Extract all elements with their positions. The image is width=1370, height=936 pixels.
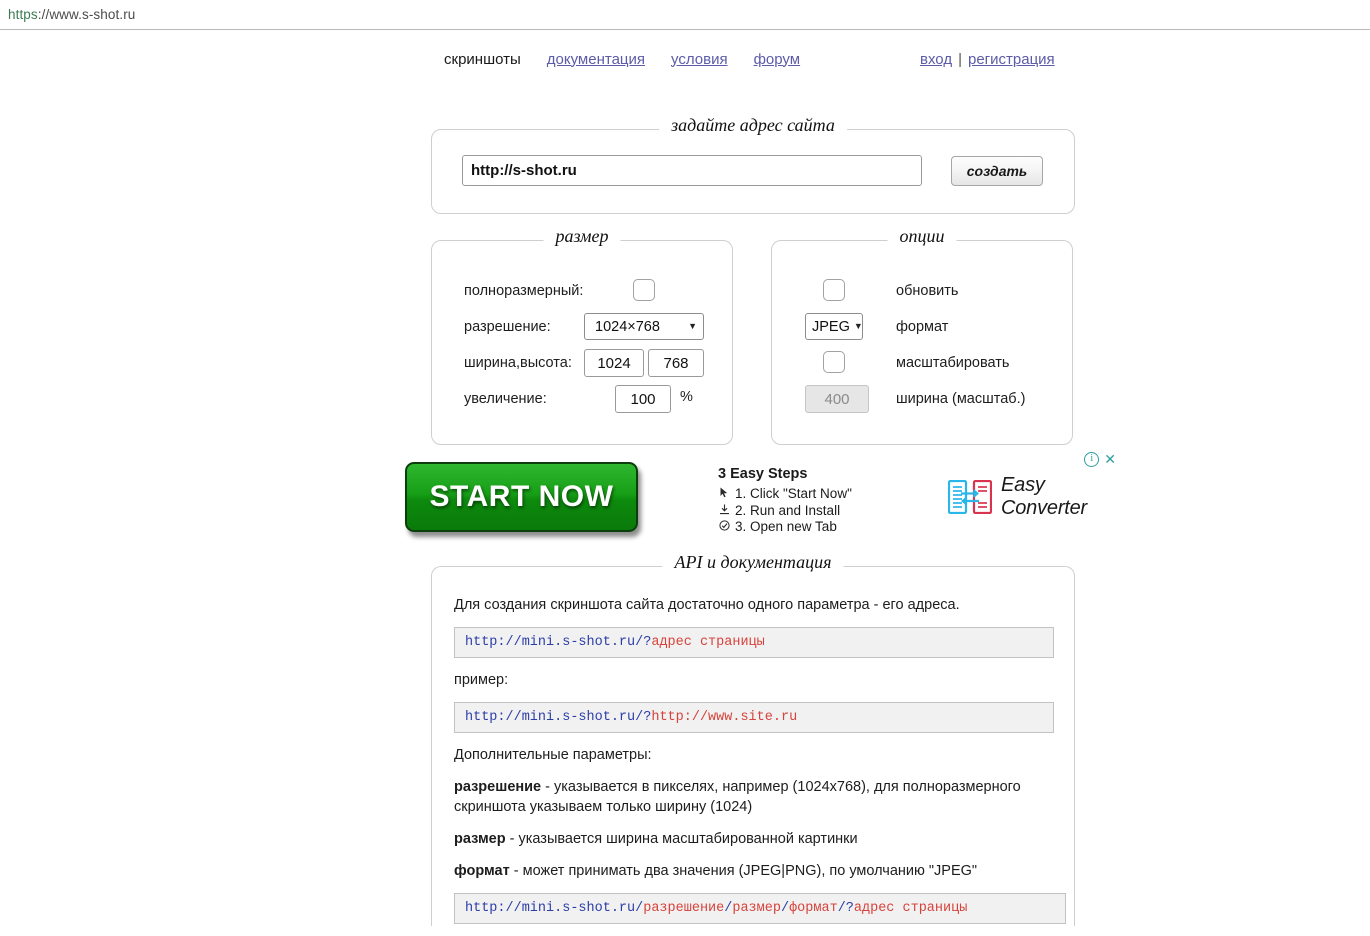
info-icon[interactable]: i xyxy=(1084,452,1100,467)
resolution-select-value: 1024×768 xyxy=(595,318,660,335)
ad-step-1-text: 1. Click "Start Now" xyxy=(735,486,852,501)
code-full-s2: / xyxy=(780,901,790,916)
create-screenshot-button[interactable]: создать xyxy=(951,155,1043,186)
code-full-p4: адрес страницы xyxy=(853,901,968,916)
nav-separator: | xyxy=(958,50,962,68)
url-form-legend: задайте адрес сайта xyxy=(659,115,847,136)
nav-item-forum[interactable]: форум xyxy=(754,51,801,68)
url-form-panel: задайте адрес сайта создать xyxy=(431,115,1075,214)
zoom-unit-label: % xyxy=(680,389,693,405)
fullsize-checkbox[interactable] xyxy=(633,279,655,301)
zoom-input[interactable] xyxy=(615,385,671,413)
docs-param-size: размер - указывается ширина масштабирова… xyxy=(454,829,1054,849)
format-label: формат xyxy=(896,319,949,335)
check-circle-icon xyxy=(718,520,730,534)
close-icon[interactable]: ✕ xyxy=(1104,452,1116,466)
code-full-s1: / xyxy=(724,901,733,916)
code-block-basic[interactable]: http://mini.s-shot.ru/?адрес страницы xyxy=(454,627,1054,658)
fullsize-label: полноразмерный: xyxy=(464,283,584,299)
docs-param-format-desc: - может принимать два значения (JPEG|PNG… xyxy=(509,863,978,879)
size-panel-legend: размер xyxy=(543,226,621,247)
chevron-down-icon: ▼ xyxy=(853,321,863,331)
code-full-p1: разрешение xyxy=(643,901,725,916)
nav-item-login[interactable]: вход xyxy=(920,51,952,68)
docs-param-format-name: формат xyxy=(454,863,510,879)
browser-url-bar[interactable]: https://www.s-shot.ru xyxy=(0,0,1370,30)
code-block-full[interactable]: http://mini.s-shot.ru/разрешение/размер/… xyxy=(454,893,1066,924)
ad-steps-list: 3 Easy Steps 1. Click "Start Now" 2. Run… xyxy=(718,466,852,535)
nav-item-documentation[interactable]: документация xyxy=(547,51,645,68)
easy-converter-label: Easy Converter xyxy=(1001,474,1088,519)
nav-account-links: вход | регистрация xyxy=(920,51,1055,68)
code-example-base: http://mini.s-shot.ru/? xyxy=(465,710,652,725)
options-panel: опции обновить JPEG ▼ формат масштабиров… xyxy=(771,226,1073,445)
row-resolution: разрешение: xyxy=(464,313,551,341)
docs-example-label: пример: xyxy=(454,672,509,688)
scale-checkbox[interactable] xyxy=(823,351,845,373)
ad-step-2: 2. Run and Install xyxy=(718,503,852,519)
row-zoom: увеличение: xyxy=(464,385,547,413)
ad-step-3: 3. Open new Tab xyxy=(718,519,852,535)
height-input[interactable] xyxy=(648,349,704,377)
resolution-label: разрешение: xyxy=(464,319,551,335)
scale-label: масштабировать xyxy=(896,355,1010,371)
refresh-label: обновить xyxy=(896,283,959,299)
format-select-value: JPEG xyxy=(812,318,850,335)
url-text: https://www.s-shot.ru xyxy=(8,7,135,22)
docs-param-size-name: размер xyxy=(454,831,506,847)
scale-width-label: ширина (масштаб.) xyxy=(896,391,1026,407)
code-full-p3: формат xyxy=(789,901,838,916)
dimensions-label: ширина,высота: xyxy=(464,355,572,371)
code-example-param: http://www.site.ru xyxy=(651,710,798,725)
docs-param-size-desc: - указывается ширина масштабированной ка… xyxy=(505,831,858,847)
docs-param-resolution-name: разрешение xyxy=(454,779,542,795)
refresh-checkbox[interactable] xyxy=(823,279,845,301)
easy-converter-logo-icon xyxy=(947,479,993,515)
code-basic-base: http://mini.s-shot.ru/? xyxy=(465,635,652,650)
code-block-example[interactable]: http://mini.s-shot.ru/?http://www.site.r… xyxy=(454,702,1054,733)
page-content: скриншоты документация условия форум вхо… xyxy=(0,30,1370,926)
docs-param-format: формат - может принимать два значения (J… xyxy=(454,861,1054,881)
cursor-icon xyxy=(718,487,730,501)
nav-item-terms[interactable]: условия xyxy=(671,51,728,68)
nav-primary-links: скриншоты документация условия форум xyxy=(444,51,826,68)
main-navigation: скриншоты документация условия форум вхо… xyxy=(0,30,1370,74)
chevron-down-icon: ▼ xyxy=(688,321,697,331)
scale-width-input[interactable] xyxy=(805,385,869,413)
resolution-select[interactable]: 1024×768 ▼ xyxy=(584,313,704,340)
ad-step-1: 1. Click "Start Now" xyxy=(718,486,852,502)
url-form-row: создать xyxy=(462,155,1043,186)
row-dimensions: ширина,высота: xyxy=(464,349,572,377)
api-docs-body: Для создания скриншота сайта достаточно … xyxy=(454,595,1066,936)
docs-extra-label: Дополнительные параметры: xyxy=(454,747,652,763)
start-now-button[interactable]: START NOW xyxy=(405,462,638,532)
nav-item-register[interactable]: регистрация xyxy=(968,51,1055,68)
zoom-label: увеличение: xyxy=(464,391,547,407)
url-scheme: https xyxy=(8,7,38,22)
code-full-p2: размер xyxy=(732,901,781,916)
api-docs-legend: API и документация xyxy=(662,552,844,573)
row-fullsize: полноразмерный: xyxy=(464,277,583,305)
nav-item-screenshots[interactable]: скриншоты xyxy=(444,51,521,68)
code-full-base: http://mini.s-shot.ru/ xyxy=(465,901,644,916)
docs-param-resolution: разрешение - указывается в пикселях, нап… xyxy=(454,777,1054,817)
width-input[interactable] xyxy=(584,349,644,377)
format-select[interactable]: JPEG ▼ xyxy=(805,313,863,340)
start-now-label: START NOW xyxy=(429,480,614,513)
ad-step-3-text: 3. Open new Tab xyxy=(735,519,837,534)
ad-controls: i ✕ xyxy=(1084,452,1116,467)
docs-intro: Для создания скриншота сайта достаточно … xyxy=(454,597,960,613)
code-full-s3: /? xyxy=(837,901,854,916)
ad-steps-title: 3 Easy Steps xyxy=(718,466,808,482)
download-icon xyxy=(718,504,730,518)
site-url-input[interactable] xyxy=(462,155,922,186)
ad-brand[interactable]: Easy Converter xyxy=(947,474,1116,520)
advertisement-banner: i ✕ START NOW 3 Easy Steps 1. Click "Sta… xyxy=(400,452,1116,542)
api-docs-panel: API и документация Для создания скриншот… xyxy=(431,552,1075,926)
code-basic-param: адрес страницы xyxy=(651,635,765,650)
options-panel-legend: опции xyxy=(887,226,957,247)
url-rest: ://www.s-shot.ru xyxy=(37,7,136,22)
ad-step-2-text: 2. Run and Install xyxy=(735,502,841,518)
size-panel: размер полноразмерный: разрешение: 1024×… xyxy=(431,226,733,445)
